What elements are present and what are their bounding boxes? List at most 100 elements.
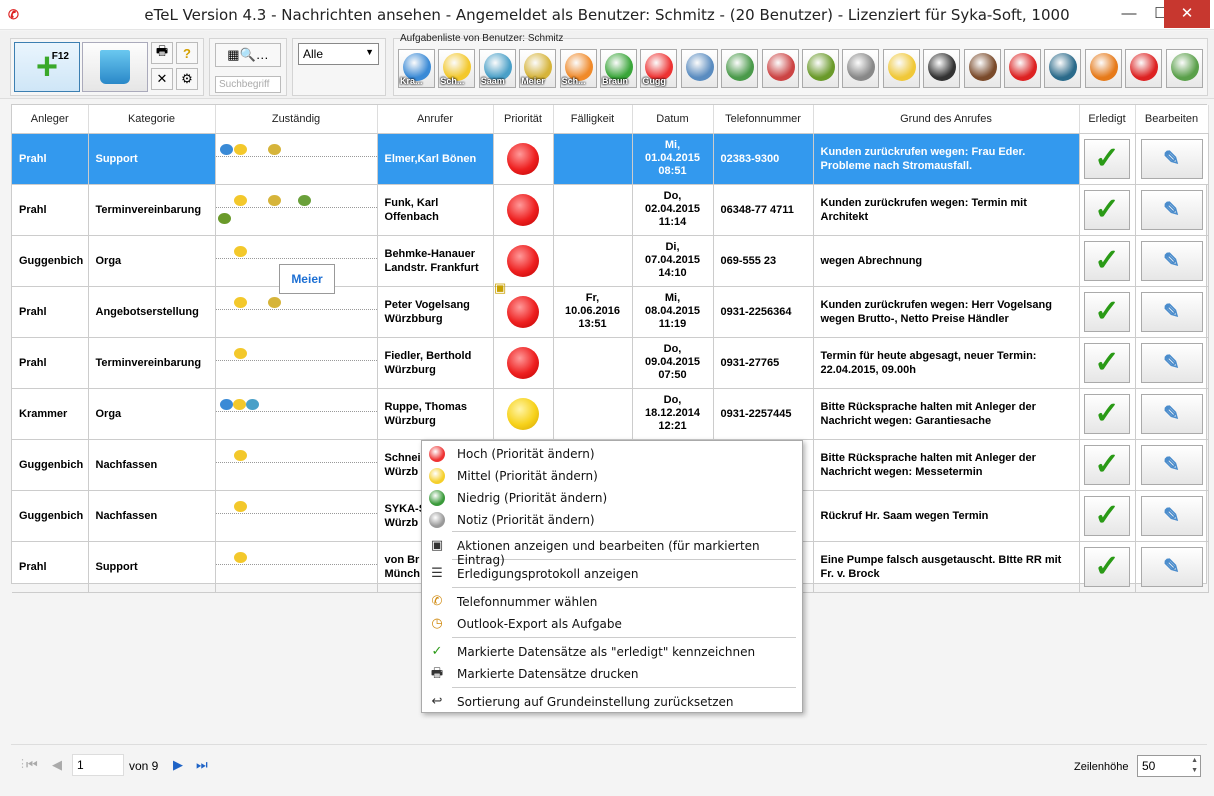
edit-button[interactable]: ✎ <box>1140 342 1203 383</box>
prev-page-button[interactable]: ◀ <box>52 757 62 773</box>
task-user-button[interactable] <box>882 49 920 88</box>
mark-done-button[interactable]: ✓ <box>1084 546 1130 587</box>
next-page-button[interactable]: ▶ <box>173 757 183 773</box>
task-user-button[interactable]: Kra... <box>398 49 435 88</box>
edit-button[interactable]: ✎ <box>1140 495 1203 536</box>
task-user-button[interactable]: Braun <box>600 49 637 88</box>
first-page-button[interactable]: ⏮ <box>26 757 38 773</box>
assignee-icon[interactable] <box>233 449 247 461</box>
menu-item[interactable]: ▣ Aktionen anzeigen und bearbeiten (für m… <box>423 535 801 567</box>
task-user-button[interactable] <box>1044 49 1082 88</box>
assignee-icon[interactable] <box>267 194 281 206</box>
filter-select[interactable]: Alle ▼ <box>298 43 379 65</box>
edit-button[interactable]: ✎ <box>1140 444 1203 485</box>
assignee-icon[interactable] <box>233 194 247 206</box>
assignee-icon[interactable] <box>233 296 247 308</box>
mark-done-button[interactable]: ✓ <box>1084 138 1130 179</box>
settings-button[interactable]: ⚙ <box>176 68 198 90</box>
column-header[interactable]: Anleger <box>12 105 89 134</box>
new-entry-button[interactable]: + F12 <box>14 42 80 92</box>
table-row[interactable]: Guggenbich Orga Behmke-Hanauer Landstr. Fr… <box>12 235 1209 287</box>
assignee-icon[interactable] <box>233 245 247 257</box>
menu-item[interactable]: Niedrig (Priorität ändern) <box>423 487 801 509</box>
column-header[interactable]: Kategorie <box>88 105 216 134</box>
column-header[interactable]: Zuständig <box>215 105 378 134</box>
minimize-button[interactable]: — <box>1112 0 1146 28</box>
assignee-icon[interactable] <box>232 398 246 410</box>
table-row[interactable]: Prahl Support Elmer,Karl Bönen Mi, 01.04.20… <box>12 133 1209 185</box>
task-user-button[interactable] <box>963 49 1001 88</box>
edit-button[interactable]: ✎ <box>1140 393 1203 434</box>
column-header[interactable]: Anrufer <box>377 105 494 134</box>
row-height-stepper[interactable]: 50 ▲ ▼ <box>1137 755 1201 777</box>
edit-button[interactable]: ✎ <box>1140 546 1203 587</box>
menu-item[interactable]: 🖶 Markierte Datensätze drucken <box>423 663 801 685</box>
mark-done-button[interactable]: ✓ <box>1084 291 1130 332</box>
assignee-icon[interactable] <box>267 143 281 155</box>
menu-item[interactable]: ✆ Telefonnummer wählen <box>423 591 801 613</box>
mark-done-button[interactable]: ✓ <box>1084 444 1130 485</box>
edit-button[interactable]: ✎ <box>1140 189 1203 230</box>
assignee-icon[interactable] <box>233 143 247 155</box>
red-priority-icon[interactable] <box>507 193 539 226</box>
table-row[interactable]: Prahl Terminvereinbarung Funk, Karl Offenb… <box>12 184 1209 236</box>
help-button[interactable]: ? <box>176 42 198 64</box>
assignee-icon[interactable] <box>297 194 311 206</box>
print-button[interactable]: 🖶 <box>151 42 173 64</box>
task-user-button[interactable] <box>1165 49 1203 88</box>
mark-done-button[interactable]: ✓ <box>1084 189 1130 230</box>
mark-done-button[interactable]: ✓ <box>1084 342 1130 383</box>
grid-search-button[interactable]: ▦🔍… <box>215 43 281 67</box>
menu-item[interactable]: ◷ Outlook-Export als Aufgabe <box>423 613 801 635</box>
column-header[interactable]: Fälligkeit <box>553 105 633 134</box>
column-header[interactable]: Erledigt <box>1079 105 1136 134</box>
menu-item[interactable]: Notiz (Priorität ändern) <box>423 509 801 531</box>
red-priority-icon[interactable] <box>507 346 539 379</box>
red-priority-icon[interactable] <box>507 142 539 175</box>
task-user-button[interactable] <box>923 49 961 88</box>
table-row[interactable]: Prahl Angebotserstellung Peter Vogelsang W… <box>12 286 1209 338</box>
spinner-arrows-icon[interactable]: ▲ ▼ <box>1191 756 1198 776</box>
task-user-button[interactable] <box>842 49 880 88</box>
task-user-button[interactable] <box>1125 49 1163 88</box>
actions-icon[interactable]: ▣ <box>494 280 506 296</box>
assignee-icon[interactable] <box>233 500 247 512</box>
task-user-button[interactable]: Sch... <box>438 49 476 88</box>
red-priority-icon[interactable] <box>507 244 539 277</box>
table-row[interactable]: Krammer Orga Ruppe, Thomas Würzburg Do, 18.… <box>12 388 1209 440</box>
assignee-icon[interactable] <box>245 398 259 410</box>
menu-item[interactable]: Hoch (Priorität ändern) <box>423 443 801 465</box>
menu-item[interactable]: ↩ Sortierung auf Grundeinstellung zurücks… <box>423 691 801 713</box>
red-priority-icon[interactable] <box>507 295 539 328</box>
task-user-button[interactable]: Saam <box>478 49 516 88</box>
task-user-button[interactable] <box>761 49 799 88</box>
task-user-button[interactable]: Gugg <box>640 49 678 88</box>
edit-button[interactable]: ✎ <box>1140 138 1203 179</box>
task-user-button[interactable] <box>1004 49 1041 88</box>
edit-button[interactable]: ✎ <box>1140 240 1203 281</box>
assignee-icon[interactable] <box>217 212 231 224</box>
assignee-icon[interactable] <box>219 143 233 155</box>
delete-button[interactable]: ✕ <box>151 68 173 90</box>
task-user-button[interactable]: Sch... <box>559 49 597 88</box>
table-row[interactable]: Prahl Terminvereinbarung Fiedler, Berthold… <box>12 337 1209 389</box>
menu-item[interactable]: Mittel (Priorität ändern) <box>423 465 801 487</box>
mark-done-button[interactable]: ✓ <box>1084 240 1130 281</box>
assignee-icon[interactable] <box>233 347 247 359</box>
column-header[interactable]: Datum <box>632 105 714 134</box>
menu-item[interactable]: ☰ Erledigungsprotokoll anzeigen <box>423 563 801 585</box>
search-input[interactable]: Suchbegriff <box>215 76 281 93</box>
task-user-button[interactable]: Meier <box>519 49 557 88</box>
column-header[interactable]: Bearbeiten <box>1135 105 1209 134</box>
task-user-button[interactable] <box>802 49 839 88</box>
assignee-icon[interactable] <box>267 296 281 308</box>
assignee-icon[interactable] <box>233 551 247 563</box>
column-header[interactable]: Telefonnummer <box>713 105 814 134</box>
assignee-icon[interactable] <box>219 398 233 410</box>
column-header[interactable]: Priorität <box>493 105 554 134</box>
edit-button[interactable]: ✎ <box>1140 291 1203 332</box>
task-user-button[interactable] <box>1084 49 1122 88</box>
mark-done-button[interactable]: ✓ <box>1084 393 1130 434</box>
last-page-button[interactable]: ⏭ <box>196 757 208 773</box>
close-button[interactable]: ✕ <box>1164 0 1210 28</box>
